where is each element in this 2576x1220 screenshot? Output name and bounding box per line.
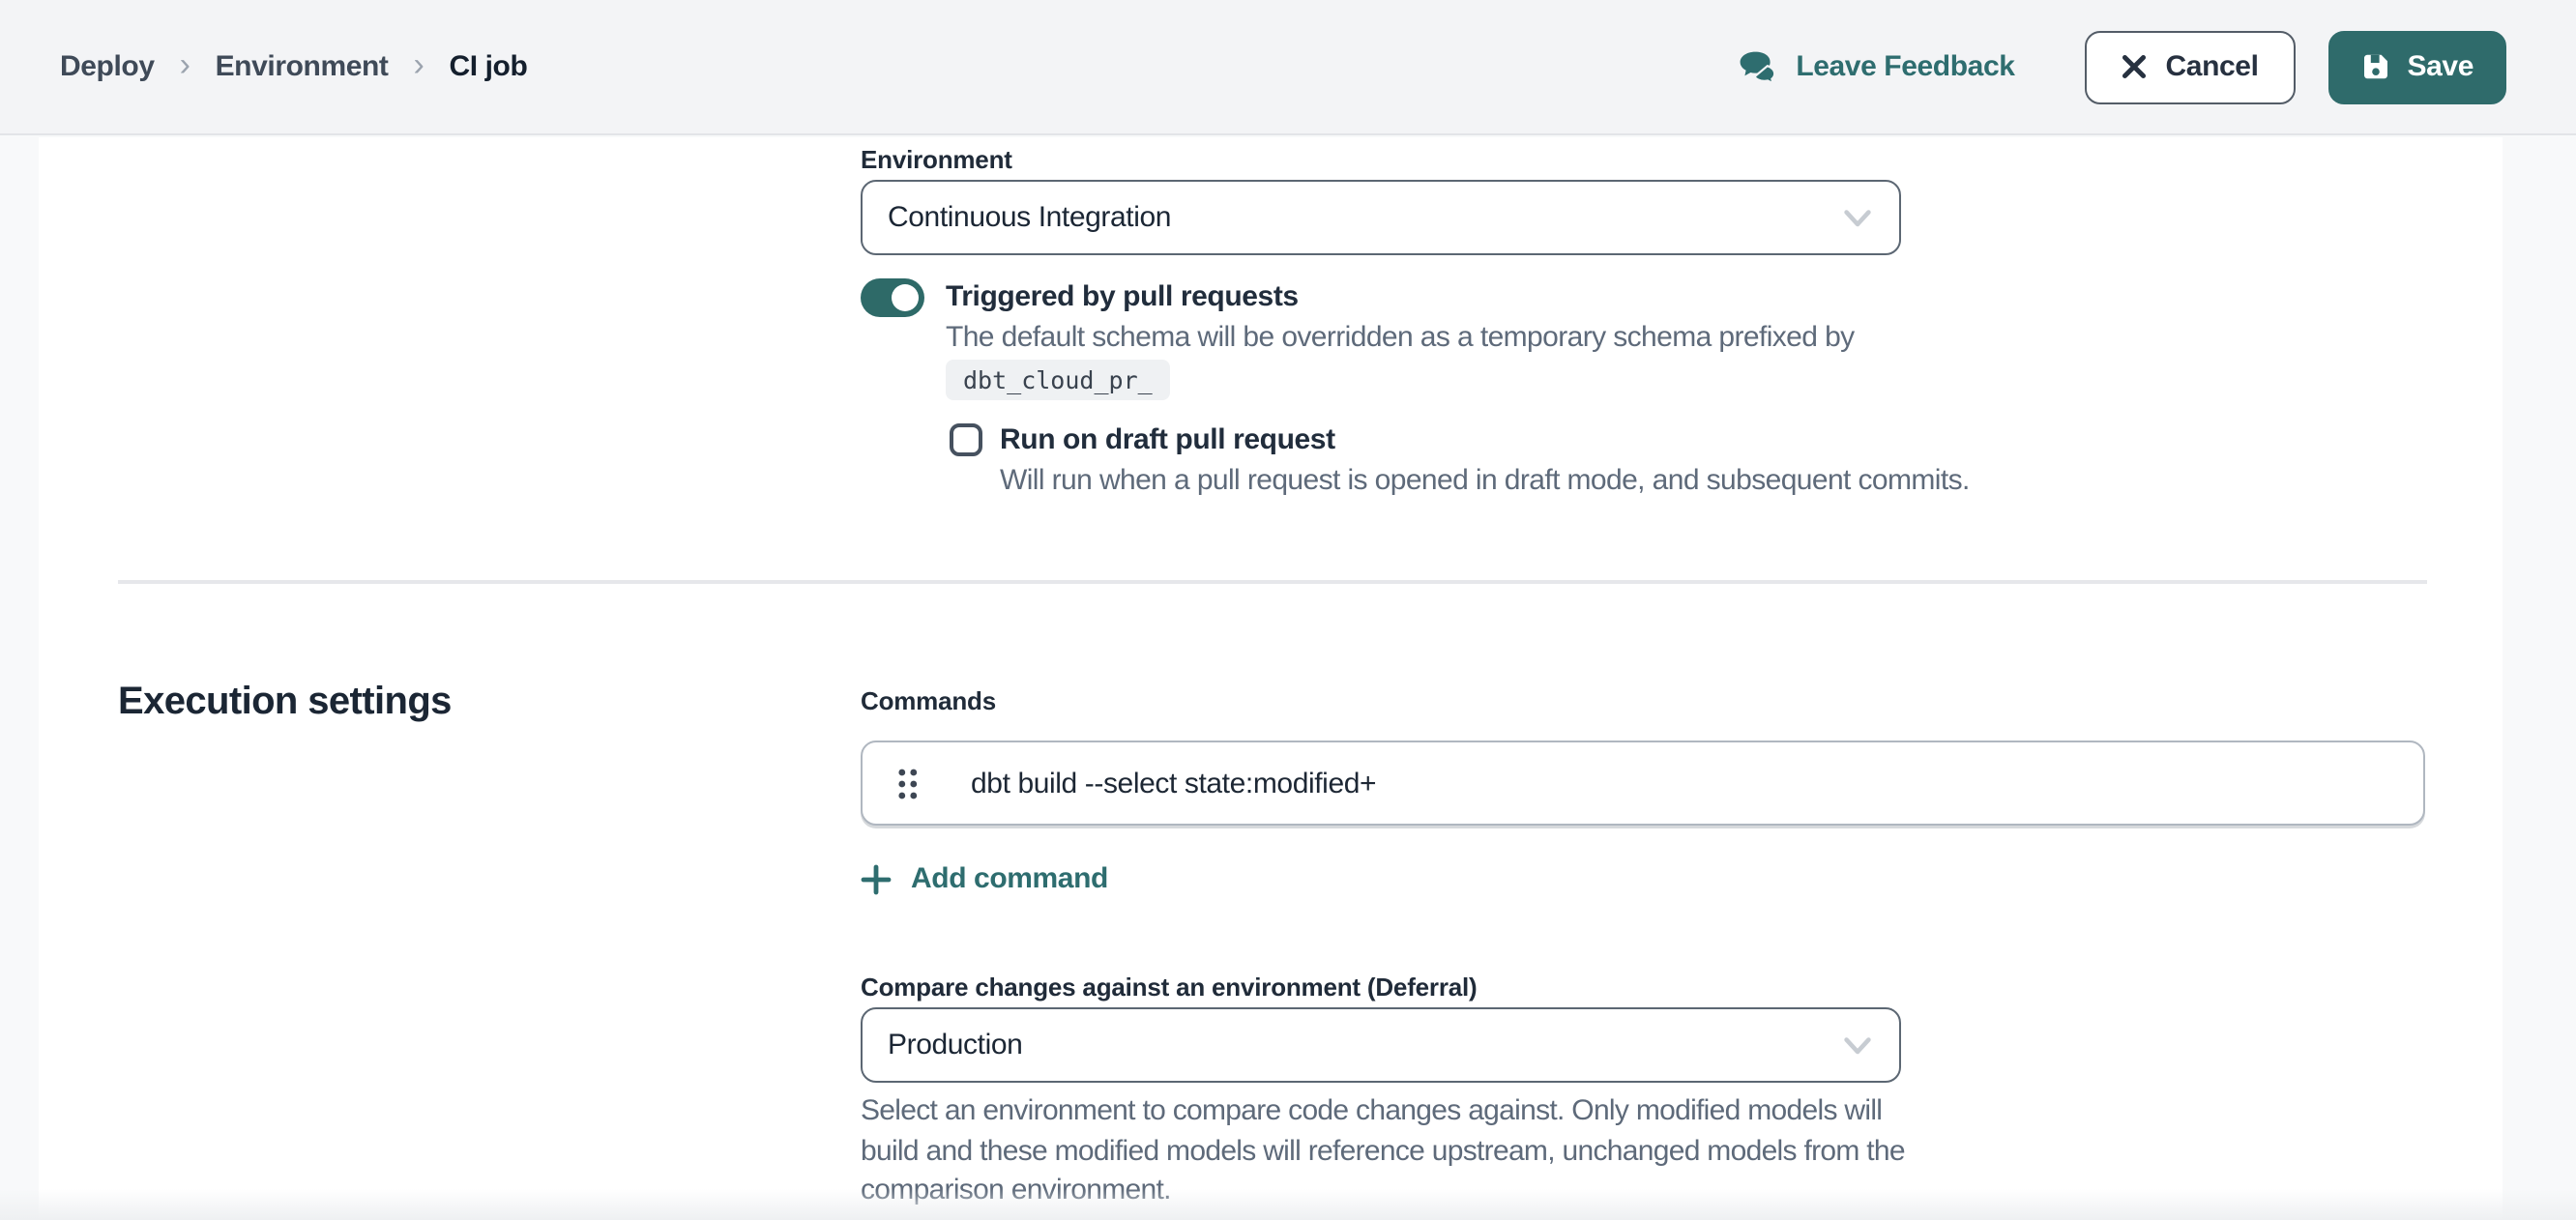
breadcrumb-environment[interactable]: Environment [216, 50, 389, 83]
run-on-draft-pr-label: Run on draft pull request [1000, 423, 1335, 456]
commands-field-label: Commands [861, 686, 996, 715]
breadcrumb-ci-job: CI job [449, 50, 527, 83]
leave-feedback-label: Leave Feedback [1796, 50, 2014, 83]
chevron-down-icon [1843, 1035, 1872, 1055]
ci-job-settings-page: Deploy › Environment › CI job Leave Feed… [0, 0, 2576, 1220]
leave-feedback-button[interactable]: Leave Feedback [1738, 49, 2014, 84]
save-disk-icon [2361, 52, 2390, 81]
chevron-right-icon: › [180, 48, 190, 85]
triggered-by-pr-description: The default schema will be overridden as… [946, 321, 1855, 354]
add-command-button[interactable]: Add command [861, 862, 1108, 895]
drag-handle-icon[interactable] [893, 759, 922, 807]
run-on-draft-pr-checkbox[interactable] [950, 423, 982, 456]
section-divider [118, 580, 2427, 584]
cancel-label: Cancel [2166, 50, 2259, 83]
triggered-by-pr-label: Triggered by pull requests [946, 280, 1299, 313]
save-label: Save [2408, 50, 2474, 83]
breadcrumb: Deploy › Environment › CI job [60, 48, 527, 85]
deferral-select[interactable]: Production [861, 1007, 1901, 1083]
environment-select[interactable]: Continuous Integration [861, 180, 1901, 255]
chat-bubbles-icon [1738, 49, 1778, 84]
cancel-button[interactable]: Cancel [2085, 30, 2296, 103]
deferral-field-label: Compare changes against an environment (… [861, 973, 1478, 1002]
add-command-label: Add command [911, 862, 1108, 895]
toggle-knob [892, 284, 919, 311]
plus-icon [861, 863, 892, 894]
command-input[interactable]: dbt build --select state:modified+ [971, 767, 2396, 799]
command-row: dbt build --select state:modified+ [861, 741, 2425, 826]
run-on-draft-pr-description: Will run when a pull request is opened i… [1000, 464, 1970, 497]
bottom-scroll-fade [0, 1189, 2576, 1220]
deferral-select-value: Production [888, 1029, 1843, 1061]
triggered-by-pr-toggle[interactable] [861, 278, 924, 317]
close-icon [2122, 54, 2147, 79]
schema-prefix-code: dbt_cloud_pr_ [946, 360, 1170, 400]
schema-prefix-chip-wrap: dbt_cloud_pr_ [946, 360, 1170, 400]
execution-settings-title: Execution settings [118, 681, 452, 725]
chevron-right-icon: › [414, 48, 424, 85]
environment-field-label: Environment [861, 145, 1012, 174]
save-button[interactable]: Save [2328, 30, 2506, 103]
chevron-down-icon [1843, 208, 1872, 227]
top-header-bar: Deploy › Environment › CI job Leave Feed… [0, 0, 2576, 135]
environment-select-value: Continuous Integration [888, 201, 1843, 234]
breadcrumb-deploy[interactable]: Deploy [60, 50, 155, 83]
